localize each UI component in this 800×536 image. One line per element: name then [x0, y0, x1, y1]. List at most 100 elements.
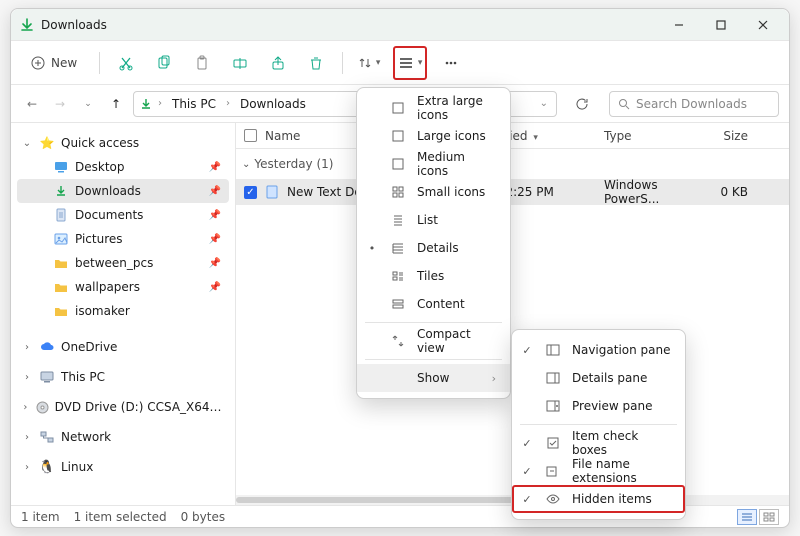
- check-icon: ✓: [520, 465, 534, 478]
- sidebar-item-onedrive[interactable]: ›OneDrive: [17, 335, 229, 359]
- icons-view-toggle[interactable]: [759, 509, 779, 525]
- sidebar-item-label: wallpapers: [75, 280, 140, 294]
- select-all-checkbox[interactable]: [244, 129, 257, 142]
- rename-button[interactable]: [226, 49, 254, 77]
- menu-label: Hidden items: [572, 492, 671, 506]
- sidebar-item-between_pcs[interactable]: between_pcs📌: [17, 251, 229, 275]
- menu-label: Compact view: [417, 327, 496, 355]
- maximize-button[interactable]: [709, 13, 733, 37]
- net-icon: [39, 431, 55, 443]
- menu-item-preview-pane[interactable]: Preview pane: [512, 392, 685, 420]
- breadcrumb-segment[interactable]: Downloads: [236, 95, 310, 113]
- breadcrumb-segment[interactable]: This PC: [168, 95, 220, 113]
- new-button-label: New: [51, 56, 77, 70]
- group-header[interactable]: ⌄ Yesterday (1): [242, 157, 333, 171]
- menu-item-small-icons[interactable]: Small icons: [357, 178, 510, 206]
- explorer-window: Downloads New ▾ ▾: [10, 8, 790, 528]
- folder-icon: [53, 305, 69, 317]
- column-headers: Name dified ▾ Type Size: [236, 123, 789, 149]
- back-button[interactable]: ←: [21, 93, 43, 115]
- close-button[interactable]: [751, 13, 775, 37]
- search-icon: [618, 98, 630, 110]
- more-icon: [443, 55, 459, 71]
- sidebar-item-label: This PC: [61, 370, 105, 384]
- menu-item-file-name-extensions[interactable]: ✓ File name extensions: [512, 457, 685, 485]
- menu-label: File name extensions: [572, 457, 671, 485]
- recent-button[interactable]: ⌄: [77, 93, 99, 115]
- sidebar-item-isomaker[interactable]: isomaker: [17, 299, 229, 323]
- chevron-down-icon: ▾: [418, 58, 423, 68]
- paste-button[interactable]: [188, 49, 216, 77]
- search-placeholder: Search Downloads: [636, 97, 747, 111]
- sidebar-item-label: Pictures: [75, 232, 123, 246]
- menu-item-details-pane[interactable]: Details pane: [512, 364, 685, 392]
- grid-icon: [389, 101, 407, 115]
- search-input[interactable]: Search Downloads: [609, 91, 779, 117]
- scrollbar-thumb[interactable]: [236, 497, 540, 503]
- sort-icon: [358, 56, 372, 70]
- share-icon: [270, 55, 286, 71]
- row-checkbox[interactable]: ✓: [244, 186, 257, 199]
- menu-item-item-check-boxes[interactable]: ✓Item check boxes: [512, 429, 685, 457]
- col-name[interactable]: Name: [265, 129, 300, 143]
- sidebar-item-this-pc[interactable]: ›This PC: [17, 365, 229, 389]
- more-button[interactable]: [437, 49, 465, 77]
- menu-item-navigation-pane[interactable]: ✓Navigation pane: [512, 336, 685, 364]
- bullet-icon: •: [365, 242, 379, 255]
- linux-icon: 🐧: [39, 460, 55, 475]
- sidebar-item-network[interactable]: ›Network: [17, 425, 229, 449]
- app-icon: [19, 18, 35, 32]
- chevron-down-icon[interactable]: ⌄: [538, 98, 550, 109]
- menu-item-details[interactable]: •Details: [357, 234, 510, 262]
- col-type[interactable]: Type: [596, 129, 696, 143]
- sidebar-item-dvd-drive-d-ccsa-x64fre-en-us-d[interactable]: ›DVD Drive (D:) CCSA_X64FRE_EN-US_D: [17, 395, 229, 419]
- forward-button[interactable]: →: [49, 93, 71, 115]
- menu-item-tiles[interactable]: Tiles: [357, 262, 510, 290]
- col-size[interactable]: Size: [696, 129, 756, 143]
- menu-item-list[interactable]: List: [357, 206, 510, 234]
- content-icon: [389, 297, 407, 311]
- sidebar-item-pictures[interactable]: Pictures📌: [17, 227, 229, 251]
- sort-button[interactable]: ▾: [355, 49, 383, 77]
- new-button[interactable]: New: [21, 49, 87, 77]
- minimize-button[interactable]: [667, 13, 691, 37]
- refresh-button[interactable]: [569, 91, 595, 117]
- menu-item-large-icons[interactable]: Large icons: [357, 122, 510, 150]
- menu-label: Large icons: [417, 129, 496, 143]
- menu-label: Item check boxes: [572, 429, 671, 457]
- copy-button[interactable]: [150, 49, 178, 77]
- menu-item-content[interactable]: Content: [357, 290, 510, 318]
- menu-item-medium-icons[interactable]: Medium icons: [357, 150, 510, 178]
- sidebar-item-label: Linux: [61, 460, 93, 474]
- chevron-down-icon: ⌄: [21, 138, 33, 149]
- up-button[interactable]: ↑: [105, 93, 127, 115]
- sidebar-item-desktop[interactable]: Desktop📌: [17, 155, 229, 179]
- delete-button[interactable]: [302, 49, 330, 77]
- file-name: New Text Do: [287, 185, 362, 199]
- details-view-toggle[interactable]: [737, 509, 757, 525]
- sidebar-item-wallpapers[interactable]: wallpapers📌: [17, 275, 229, 299]
- chevron-right-icon: ›: [21, 402, 30, 413]
- menu-item-hidden-items[interactable]: ✓Hidden items: [512, 485, 685, 513]
- chevron-right-icon[interactable]: ›: [156, 98, 164, 109]
- sidebar-quick-access[interactable]: ⌄ ⭐ Quick access: [17, 131, 229, 155]
- prevpane-icon: [544, 400, 562, 412]
- sidebar-label: Quick access: [61, 136, 139, 150]
- menu-item-show[interactable]: Show›: [357, 364, 510, 392]
- menu-label: Small icons: [417, 185, 496, 199]
- table-row[interactable]: ✓ New Text Do 3 2:25 PM Windows PowerS..…: [236, 179, 789, 205]
- chevron-right-icon[interactable]: ›: [224, 98, 232, 109]
- menu-item-extra-large-icons[interactable]: Extra large icons: [357, 94, 510, 122]
- sidebar-item-linux[interactable]: ›🐧Linux: [17, 455, 229, 479]
- menu-label: Tiles: [417, 269, 496, 283]
- cut-button[interactable]: [112, 49, 140, 77]
- share-button[interactable]: [264, 49, 292, 77]
- menu-label: Medium icons: [417, 150, 496, 178]
- view-button[interactable]: ▾: [396, 49, 424, 77]
- trash-icon: [308, 55, 324, 71]
- pin-icon: 📌: [209, 162, 225, 173]
- menu-item-compact-view[interactable]: Compact view: [357, 327, 510, 355]
- sidebar-item-documents[interactable]: Documents📌: [17, 203, 229, 227]
- sidebar-item-downloads[interactable]: Downloads📌: [17, 179, 229, 203]
- menu-label: Extra large icons: [417, 94, 496, 122]
